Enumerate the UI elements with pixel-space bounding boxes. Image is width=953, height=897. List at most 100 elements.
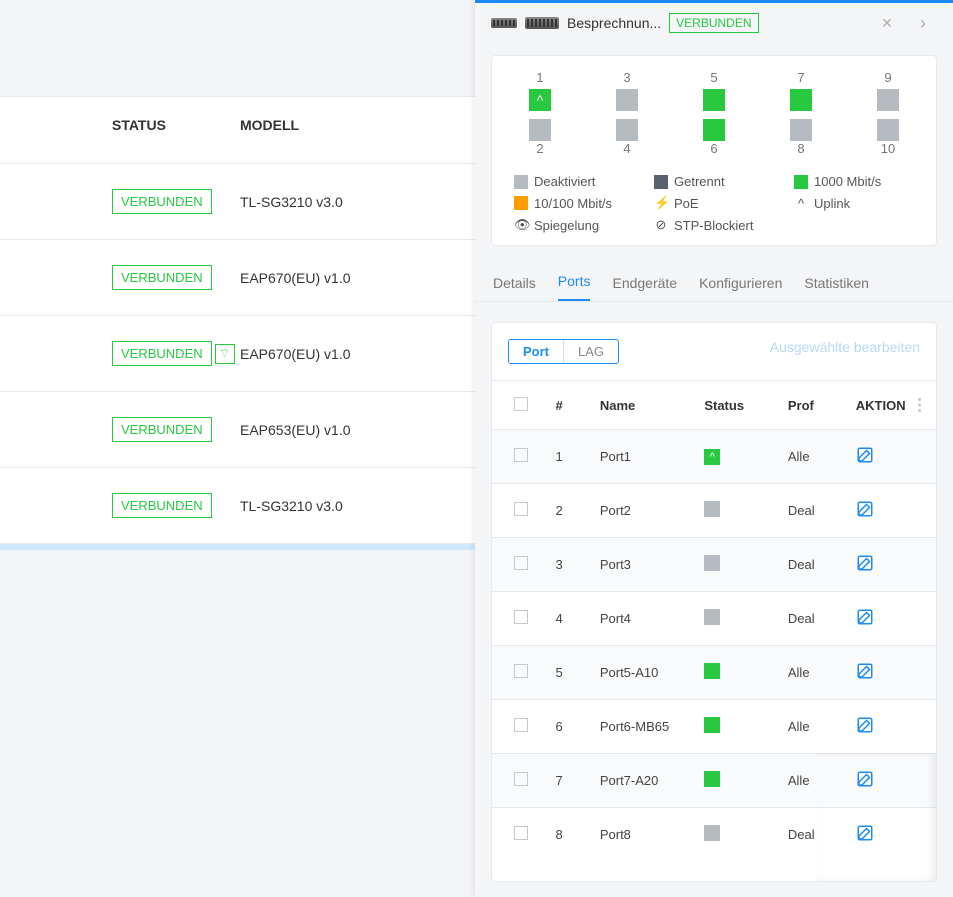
port-number: 6 — [549, 700, 593, 754]
status-badge: VERBUNDEN — [112, 493, 212, 518]
port-map: 1^3579 246810 Deaktiviert Getrennt 1000 … — [491, 55, 937, 246]
port-number: 1 — [549, 430, 593, 484]
device-list-header: STATUS MODELL — [0, 97, 504, 164]
row-checkbox[interactable] — [514, 502, 528, 516]
port-profile: Alle — [782, 646, 850, 700]
toggle-lag[interactable]: LAG — [563, 340, 618, 363]
status-badge: VERBUNDEN — [112, 265, 212, 290]
port-map-cell[interactable]: 4 — [601, 119, 653, 160]
column-header-action[interactable]: AKTION⋮ — [850, 381, 936, 430]
edit-icon[interactable] — [856, 500, 874, 518]
port-map-cell[interactable]: 8 — [775, 119, 827, 160]
edit-icon[interactable] — [856, 554, 874, 572]
select-all-checkbox[interactable] — [514, 397, 528, 411]
status-badge: VERBUNDEN — [112, 417, 212, 442]
toggle-port[interactable]: Port — [509, 340, 563, 363]
tab-stats[interactable]: Statistiken — [804, 275, 869, 301]
row-checkbox[interactable] — [514, 826, 528, 840]
edit-selected-link[interactable]: Ausgewählte bearbeiten — [770, 339, 920, 355]
port-number: 1 — [514, 70, 566, 85]
column-menu-icon[interactable]: ⋮ — [906, 397, 928, 414]
ports-section: Port LAG Ausgewählte bearbeiten # Name S… — [491, 322, 937, 882]
port-map-cell[interactable]: 6 — [688, 119, 740, 160]
edit-icon[interactable] — [856, 770, 874, 788]
port-name: Port6-MB65 — [594, 700, 698, 754]
row-checkbox[interactable] — [514, 772, 528, 786]
switch-icon — [525, 17, 559, 29]
device-row[interactable]: VERBUNDEN EAP670(EU) v1.0 — [0, 240, 504, 316]
tab-ports[interactable]: Ports — [558, 273, 591, 301]
port-status-icon — [877, 119, 899, 141]
port-name: Port1 — [594, 430, 698, 484]
port-map-cell[interactable]: 1^ — [514, 70, 566, 111]
port-status-icon — [704, 717, 720, 733]
device-model: EAP653(EU) v1.0 — [240, 422, 504, 438]
row-checkbox[interactable] — [514, 556, 528, 570]
edit-icon[interactable] — [856, 662, 874, 680]
port-status-icon — [704, 501, 720, 517]
column-header-modell[interactable]: MODELL — [240, 117, 504, 133]
port-row[interactable]: 6Port6-MB65Alle — [492, 700, 936, 754]
port-map-cell[interactable]: 2 — [514, 119, 566, 160]
port-name: Port8 — [594, 808, 698, 862]
edit-icon[interactable] — [856, 446, 874, 464]
port-status-icon — [616, 119, 638, 141]
edit-icon[interactable] — [856, 716, 874, 734]
row-checkbox[interactable] — [514, 610, 528, 624]
port-number: 5 — [688, 70, 740, 85]
port-row[interactable]: 3Port3Deal — [492, 538, 936, 592]
port-number: 10 — [862, 141, 914, 156]
port-status-icon — [877, 89, 899, 111]
port-status-icon — [703, 119, 725, 141]
device-model: TL-SG3210 v3.0 — [240, 498, 504, 514]
port-name: Port2 — [594, 484, 698, 538]
device-row[interactable]: VERBUNDENTL-SG3210 v3.0 — [0, 164, 504, 240]
bolt-icon: ⚡ — [654, 195, 668, 211]
port-row[interactable]: 8Port8 Deal — [492, 808, 936, 862]
panel-title: Besprechnun... — [567, 15, 661, 31]
tab-clients[interactable]: Endgeräte — [612, 275, 677, 301]
column-header-name[interactable]: Name — [594, 381, 698, 430]
port-map-cell[interactable]: 3 — [601, 70, 653, 111]
port-number: 8 — [549, 808, 593, 862]
port-map-cell[interactable]: 7 — [775, 70, 827, 111]
column-header-profile[interactable]: Prof — [782, 381, 850, 430]
tab-config[interactable]: Konfigurieren — [699, 275, 782, 301]
port-profile: Deal — [782, 484, 850, 538]
port-map-cell[interactable]: 9 — [862, 70, 914, 111]
device-row[interactable]: VERBUNDEN EAP653(EU) v1.0 — [0, 392, 504, 468]
column-header-num[interactable]: # — [549, 381, 593, 430]
port-status-icon — [704, 555, 720, 571]
port-map-cell[interactable]: 5 — [688, 70, 740, 111]
port-row[interactable]: 2Port2 Deal — [492, 484, 936, 538]
port-row[interactable]: 1Port1^Alle — [492, 430, 936, 484]
port-name: Port7-A20 — [594, 754, 698, 808]
port-number: 2 — [514, 141, 566, 156]
row-checkbox[interactable] — [514, 448, 528, 462]
edit-icon[interactable] — [856, 824, 874, 842]
row-checkbox[interactable] — [514, 664, 528, 678]
next-button[interactable]: › — [909, 9, 937, 37]
port-profile: Deal — [782, 538, 850, 592]
legend-square-dark — [654, 175, 668, 189]
wifi-icon: ⌔ — [215, 344, 235, 364]
row-checkbox[interactable] — [514, 718, 528, 732]
close-button[interactable]: × — [873, 9, 901, 37]
port-number: 6 — [688, 141, 740, 156]
port-status-icon — [704, 771, 720, 787]
tab-details[interactable]: Details — [493, 275, 536, 301]
port-row[interactable]: 4Port4Deal — [492, 592, 936, 646]
port-row[interactable]: 7Port7-A20Alle — [492, 754, 936, 808]
port-row[interactable]: 5Port5-A10Alle — [492, 646, 936, 700]
device-row[interactable]: VERBUNDEN⌔EAP670(EU) v1.0 — [0, 316, 504, 392]
port-number: 2 — [549, 484, 593, 538]
edit-icon[interactable] — [856, 608, 874, 626]
device-model: EAP670(EU) v1.0 — [240, 270, 504, 286]
port-number: 7 — [775, 70, 827, 85]
port-profile: Deal — [782, 808, 850, 862]
device-row[interactable]: VERBUNDEN TL-SG3210 v3.0 — [0, 468, 504, 544]
column-header-status[interactable]: Status — [698, 381, 782, 430]
port-map-cell[interactable]: 10 — [862, 119, 914, 160]
port-status-icon — [704, 663, 720, 679]
column-header-status[interactable]: STATUS — [0, 117, 240, 133]
